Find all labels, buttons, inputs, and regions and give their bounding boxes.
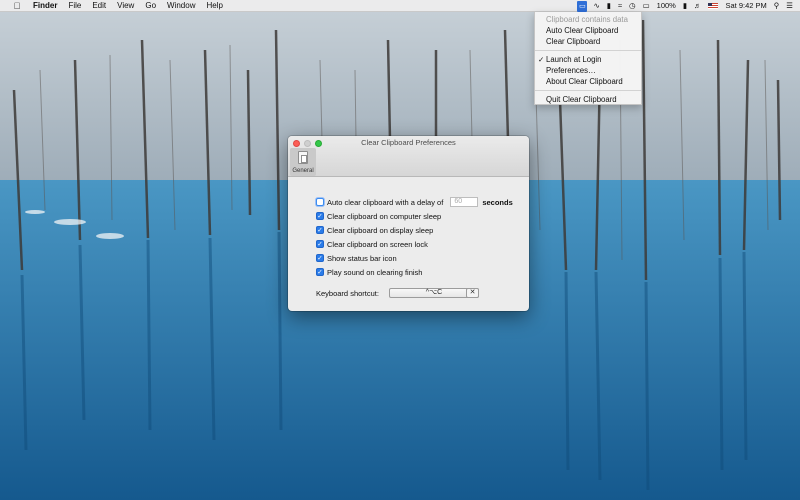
window-titlebar[interactable]: Clear Clipboard Preferences General (288, 136, 529, 177)
option-row: ✓ Clear clipboard on screen lock (316, 239, 428, 249)
play-sound-checkbox[interactable]: ✓ (316, 268, 324, 276)
menu-edit[interactable]: Edit (92, 0, 106, 12)
menu-preferences[interactable]: Preferences… (535, 65, 641, 76)
battery-percent[interactable]: 100% (657, 0, 676, 12)
menu-go[interactable]: Go (145, 0, 156, 12)
tab-general-label: General (292, 168, 314, 174)
window-title: Clear Clipboard Preferences (361, 138, 456, 147)
checkmark-icon: ✓ (538, 55, 545, 64)
clipboard-status: Clipboard contains data (546, 15, 628, 24)
menu-auto-clear[interactable]: Auto Clear Clipboard (535, 25, 641, 36)
screen-lock-label: Clear clipboard on screen lock (327, 239, 428, 249)
menu-view[interactable]: View (117, 0, 134, 12)
display-sleep-checkbox[interactable]: ✓ (316, 226, 324, 234)
menu-separator (535, 50, 641, 51)
auto-clear-row: Auto clear clipboard with a delay of 60 … (316, 197, 513, 207)
screen-lock-checkbox[interactable]: ✓ (316, 240, 324, 248)
volume-icon[interactable]: ♬ (694, 0, 702, 12)
menu-clear-clipboard[interactable]: Clear Clipboard (535, 36, 641, 47)
wifi-icon[interactable]: ≈ (618, 0, 622, 12)
time-machine-icon[interactable]: ◷ (629, 0, 636, 12)
clear-shortcut-button[interactable]: ✕ (466, 288, 479, 298)
delay-seconds-input[interactable]: 60 (450, 197, 479, 207)
flag-icon[interactable] (708, 3, 719, 9)
auto-clear-label: Auto clear clipboard with a delay of (327, 197, 444, 207)
menu-bar:  Finder File Edit View Go Window Help ▭… (0, 0, 800, 12)
seconds-label: seconds (482, 197, 513, 207)
clear-clipboard-icon[interactable]: ▭ (577, 0, 588, 12)
battery-bar-icon[interactable]: ▮ (607, 0, 611, 12)
menu-launch-at-login-label: Launch at Login (546, 55, 602, 64)
status-bar: ▭ ∿ ▮ ≈ ◷ ▭ 100% ▮ ♬ Sat 9:42 PM ⚲ ☰ (577, 0, 800, 12)
menu-quit[interactable]: Quit Clear Clipboard (535, 94, 641, 105)
status-menu-dropdown: Clipboard contains data Auto Clear Clipb… (534, 12, 642, 105)
search-icon[interactable]: ⚲ (774, 0, 780, 12)
option-row: ✓ Clear clipboard on display sleep (316, 225, 433, 235)
airplay-icon[interactable]: ▭ (643, 0, 650, 12)
computer-sleep-label: Clear clipboard on computer sleep (327, 211, 442, 221)
menu-help[interactable]: Help (206, 0, 222, 12)
menu-app-name[interactable]: Finder (33, 0, 57, 12)
general-pane: Auto clear clipboard with a delay of 60 … (288, 177, 529, 311)
menu-launch-at-login[interactable]: ✓ Launch at Login (535, 54, 641, 65)
play-sound-label: Play sound on clearing finish (327, 267, 423, 277)
option-row: ✓ Clear clipboard on computer sleep (316, 211, 441, 221)
computer-sleep-checkbox[interactable]: ✓ (316, 212, 324, 220)
clock[interactable]: Sat 9:42 PM (725, 0, 766, 12)
keyboard-shortcut-label: Keyboard shortcut: (316, 289, 379, 298)
sync-icon[interactable]: ∿ (593, 0, 599, 12)
apple-icon[interactable]:  (12, 1, 22, 11)
battery-icon[interactable]: ▮ (683, 0, 687, 12)
menu-file[interactable]: File (68, 0, 81, 12)
tab-general[interactable]: General (290, 148, 316, 176)
auto-clear-checkbox[interactable] (316, 198, 324, 206)
display-sleep-label: Clear clipboard on display sleep (327, 225, 434, 235)
general-tab-icon (298, 151, 308, 164)
preferences-window: Clear Clipboard Preferences General Auto… (288, 136, 529, 311)
menu-window[interactable]: Window (167, 0, 195, 12)
option-row: ✓ Show status bar icon (316, 253, 397, 263)
status-bar-icon-label: Show status bar icon (327, 253, 397, 263)
option-row: ✓ Play sound on clearing finish (316, 267, 422, 277)
menu-separator (535, 90, 641, 91)
status-bar-icon-checkbox[interactable]: ✓ (316, 254, 324, 262)
menu-about[interactable]: About Clear Clipboard (535, 76, 641, 87)
list-icon[interactable]: ☰ (786, 0, 793, 12)
